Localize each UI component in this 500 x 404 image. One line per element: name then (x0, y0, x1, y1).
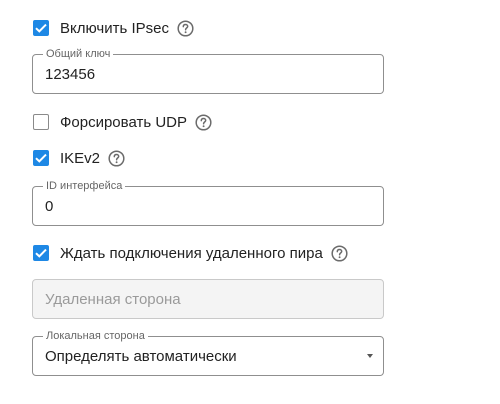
question-circle-icon (177, 19, 194, 37)
ikev2-row[interactable]: IKEv2 (33, 148, 125, 168)
ikev2-label: IKEv2 (60, 149, 101, 167)
checkmark-icon (35, 248, 47, 258)
psk-legend: Общий ключ (43, 47, 114, 61)
help-icon[interactable] (177, 19, 194, 37)
enable-ipsec-row[interactable]: Включить IPsec (33, 18, 194, 38)
interface-id-field[interactable]: ID интерфейса 0 (32, 179, 384, 226)
ikev2-checkbox[interactable] (33, 150, 49, 166)
interface-id-legend: ID интерфейса (43, 179, 126, 193)
ipsec-settings-form: Включить IPsec Общий ключ 123456 Форсиро… (0, 0, 500, 404)
force-udp-label: Форсировать UDP (60, 113, 187, 131)
help-icon[interactable] (331, 244, 348, 262)
question-circle-icon (331, 244, 348, 262)
local-side-select[interactable]: Локальная сторона Определять автоматичес… (32, 329, 384, 376)
wait-peer-checkbox[interactable] (33, 245, 49, 261)
help-icon[interactable] (195, 113, 212, 131)
interface-id-input[interactable]: 0 (45, 197, 53, 217)
enable-ipsec-checkbox[interactable] (33, 20, 49, 36)
psk-field[interactable]: Общий ключ 123456 (32, 47, 384, 94)
help-icon[interactable] (108, 149, 125, 167)
force-udp-checkbox[interactable] (33, 114, 49, 130)
remote-side-placeholder: Удаленная сторона (45, 291, 181, 308)
psk-input[interactable]: 123456 (45, 65, 95, 85)
local-side-legend: Локальная сторона (43, 329, 148, 343)
wait-peer-row[interactable]: Ждать подключения удаленного пира (33, 243, 348, 263)
checkmark-icon (35, 23, 47, 33)
checkmark-icon (35, 153, 47, 163)
remote-side-field: Удаленная сторона (32, 279, 384, 319)
local-side-value: Определять автоматически (45, 348, 237, 365)
question-circle-icon (195, 113, 212, 131)
enable-ipsec-label: Включить IPsec (60, 19, 169, 37)
force-udp-row[interactable]: Форсировать UDP (33, 112, 212, 132)
wait-peer-label: Ждать подключения удаленного пира (60, 244, 323, 262)
caret-down-icon[interactable] (367, 354, 373, 358)
question-circle-icon (108, 149, 125, 167)
